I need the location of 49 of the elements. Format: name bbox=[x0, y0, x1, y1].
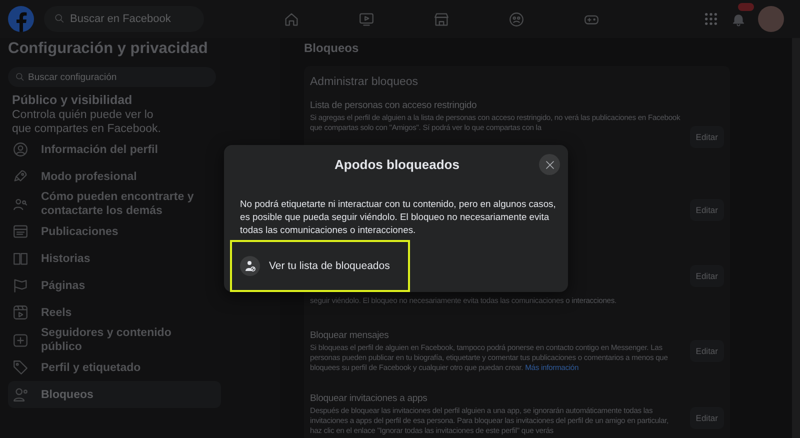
close-icon[interactable] bbox=[544, 158, 556, 170]
section-description: Controla quién puede ver lo que compartes en Facebook. bbox=[12, 108, 162, 136]
person-block-icon bbox=[240, 256, 260, 276]
blocked-list-button[interactable]: Ver tu lista de bloqueados bbox=[230, 240, 410, 292]
list-icon[interactable] bbox=[12, 223, 29, 240]
page-title: Bloqueos bbox=[304, 40, 360, 57]
facebook-logo-icon[interactable] bbox=[8, 6, 34, 32]
flag-icon[interactable] bbox=[12, 277, 29, 294]
close-button[interactable] bbox=[539, 154, 560, 175]
sidebar-item[interactable]: Páginas bbox=[8, 272, 216, 299]
home-icon[interactable] bbox=[283, 10, 300, 28]
sidebar-item[interactable]: Información del perfil bbox=[8, 136, 216, 163]
edit-button[interactable]: Editar bbox=[690, 407, 724, 429]
edit-button[interactable]: Editar bbox=[690, 126, 724, 148]
book-icon[interactable] bbox=[12, 250, 29, 267]
card-title: Administrar bloqueos bbox=[310, 76, 420, 88]
search-icon[interactable] bbox=[54, 13, 65, 24]
sidebar-item[interactable]: Publicaciones bbox=[8, 218, 216, 245]
grid-menu-icon[interactable] bbox=[703, 11, 719, 27]
edit-button[interactable]: Editar bbox=[690, 198, 724, 220]
search-field[interactable]: Buscar en Facebook bbox=[44, 6, 204, 32]
video-icon[interactable] bbox=[358, 10, 375, 28]
sidebar-item[interactable]: Modo profesional bbox=[8, 163, 216, 190]
dialog-text: No podrá etiquetarte ni interactuar con tu contenido, pero en algunos casos, es posible que pueda seguir viéndolo. El bloqueo no necesariamente evita todas las comunicaciones o interacciones. bbox=[239, 197, 557, 236]
search-field[interactable]: Buscar configuración bbox=[8, 67, 216, 87]
edit-button[interactable]: Editar bbox=[690, 340, 724, 362]
reels-icon[interactable] bbox=[12, 304, 29, 321]
sidebar-item[interactable]: Cómo pueden encontrarte y contactarte los demás bbox=[8, 190, 216, 218]
notification-badge bbox=[738, 2, 754, 10]
avatar[interactable] bbox=[758, 6, 784, 32]
tag-icon[interactable] bbox=[12, 359, 29, 376]
sidebar-item[interactable]: Bloqueos bbox=[8, 381, 221, 408]
sidebar-item[interactable]: Historias bbox=[8, 245, 216, 272]
sidebar-title: Configuración y privacidad bbox=[8, 39, 209, 59]
person-circle-icon[interactable] bbox=[12, 141, 29, 158]
section-title: Bloquear mensajes bbox=[310, 330, 390, 340]
sidebar-item[interactable]: Seguidores y contenido público bbox=[8, 326, 216, 354]
sidebar-item[interactable]: Reels bbox=[8, 299, 216, 326]
section-title: Lista de personas con acceso restringido bbox=[310, 100, 478, 111]
bell-icon[interactable] bbox=[731, 12, 746, 26]
section-title: Bloquear invitaciones a apps bbox=[310, 393, 428, 404]
section-title: Público y visibilidad bbox=[12, 93, 134, 107]
search-icon[interactable] bbox=[15, 72, 25, 82]
plus-square-icon[interactable] bbox=[12, 332, 29, 348]
sidebar-item[interactable]: Perfil y etiquetado bbox=[8, 354, 216, 381]
dialog-title: Apodos bloqueados bbox=[334, 156, 460, 172]
store-icon[interactable] bbox=[433, 10, 450, 28]
person-block-icon[interactable] bbox=[12, 386, 29, 403]
edit-button[interactable]: Editar bbox=[690, 265, 724, 287]
